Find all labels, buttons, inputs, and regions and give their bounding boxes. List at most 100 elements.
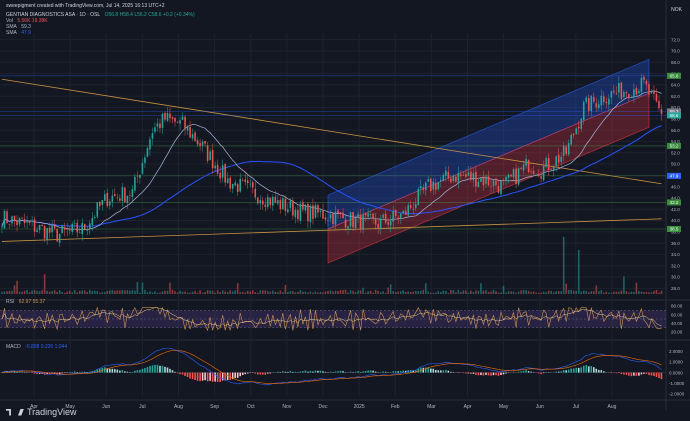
candle-body <box>337 210 339 214</box>
macd-histogram-bar <box>159 365 161 373</box>
volume-bar <box>234 290 236 294</box>
volume-bar <box>640 291 643 294</box>
volume-bar <box>430 292 432 294</box>
volume-bar <box>387 287 389 294</box>
candle-body <box>512 169 515 178</box>
macd-histogram-bar <box>442 370 445 373</box>
candle-body <box>156 123 159 127</box>
macd-histogram-bar <box>179 372 181 375</box>
candle-body <box>357 213 359 218</box>
volume-bar <box>655 290 658 294</box>
candle-body <box>294 209 297 218</box>
candle-body <box>23 219 26 224</box>
x-tick-label: Dec <box>319 404 328 410</box>
volume-bar <box>99 292 101 294</box>
macd-histogram-bar <box>384 371 387 373</box>
candle-body <box>658 100 660 109</box>
volume-bar <box>417 291 420 294</box>
volume-bar <box>352 290 354 294</box>
volume-bar <box>567 290 570 294</box>
candle-body <box>76 222 79 233</box>
level-tag-label: 65.6 <box>670 74 679 79</box>
volume-bar <box>520 290 522 294</box>
candle-body <box>487 176 490 186</box>
volume-bar <box>600 290 603 294</box>
volume-bar <box>560 291 562 294</box>
volume-bar <box>241 291 244 294</box>
candle-body <box>96 202 99 217</box>
volume-bar <box>78 290 81 294</box>
volume-bar <box>648 292 650 294</box>
macd-histogram-bar <box>638 372 640 376</box>
volume-bar <box>171 289 174 294</box>
volume-bar <box>555 291 557 294</box>
candle-body <box>402 210 404 214</box>
volume-bar <box>357 290 359 294</box>
macd-histogram-bar <box>432 368 435 373</box>
candle-body <box>425 182 427 191</box>
chart-canvas: Apr May Jun Jul Aug Sep Oct Nov Dec 2025 Feb Mar Apr… <box>0 0 690 410</box>
candle-body <box>645 80 648 85</box>
volume-bar <box>174 291 176 294</box>
volume-bar <box>572 290 575 294</box>
candle-body <box>43 225 46 239</box>
candle-body <box>387 222 389 225</box>
volume-bar <box>575 290 578 294</box>
macd-histogram-bar <box>648 372 650 376</box>
candle-body <box>643 76 645 80</box>
candle-body <box>201 141 204 146</box>
volume-bar <box>339 290 342 294</box>
candle-body <box>419 186 422 189</box>
volume-bar <box>219 292 221 294</box>
candle-body <box>184 116 186 130</box>
macd-histogram-bar <box>440 370 442 373</box>
macd-histogram-bar <box>437 370 440 373</box>
candle-body <box>537 174 540 177</box>
macd-histogram-bar <box>189 372 191 379</box>
rsi-pane <box>0 306 666 332</box>
candle-body <box>477 181 480 188</box>
candle-body <box>129 195 131 196</box>
macd-histogram-bar <box>149 365 151 373</box>
volume-bar <box>359 290 362 294</box>
macd-histogram-bar <box>164 366 166 373</box>
volume-bar <box>287 291 289 294</box>
candle-body <box>51 225 53 233</box>
candle-body <box>510 174 512 177</box>
candle-body <box>71 223 73 232</box>
candle-body <box>91 217 94 225</box>
candle-body <box>495 180 497 186</box>
volume-bar <box>272 290 274 294</box>
candle-body <box>121 187 124 201</box>
candle-body <box>603 96 605 103</box>
volume-bar <box>231 291 234 294</box>
macd-histogram-bar <box>181 372 184 375</box>
volume-bar <box>372 292 374 294</box>
volume-bar <box>56 291 58 294</box>
volume-bar <box>542 291 545 294</box>
macd-histogram-bar <box>354 371 357 373</box>
volume-bar <box>146 292 149 294</box>
candle-body <box>374 218 377 225</box>
macd-histogram-bar <box>643 372 645 374</box>
macd-histogram-bar <box>615 372 618 374</box>
tradingview-logo[interactable]: TradingView <box>6 407 77 417</box>
volume-bar <box>367 291 369 294</box>
candle-body <box>209 151 211 161</box>
volume-bar <box>364 292 367 294</box>
macd-histogram-bar <box>219 372 221 383</box>
volume-bar <box>347 292 349 294</box>
volume-bar <box>36 290 38 294</box>
candle-body <box>244 179 247 182</box>
candle-body <box>189 127 191 138</box>
macd-histogram-bar <box>302 371 304 373</box>
volume-bar <box>114 290 116 294</box>
macd-histogram-bar <box>116 369 119 373</box>
volume-bar <box>91 291 94 294</box>
macd-histogram-bar <box>603 371 605 373</box>
volume-bar <box>545 292 547 294</box>
macd-histogram-bar <box>430 368 432 373</box>
candle-body <box>432 181 435 190</box>
candle-body <box>354 217 357 228</box>
macd-histogram-bar <box>374 371 377 373</box>
